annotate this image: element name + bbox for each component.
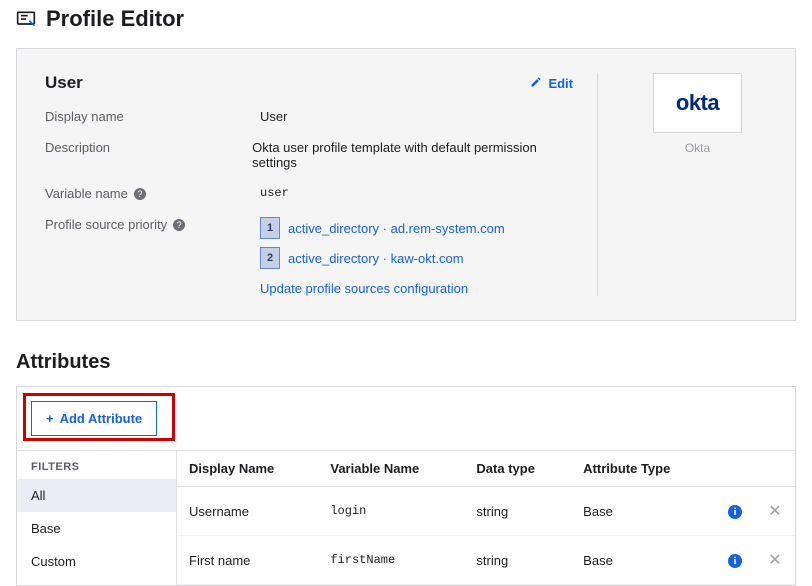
priority-badge: 1 bbox=[260, 217, 280, 239]
col-attribute-type: Attribute Type bbox=[571, 451, 715, 487]
cell-var: login bbox=[318, 487, 464, 536]
priority-source: 2 active_directory · kaw-okt.com bbox=[260, 247, 505, 269]
col-display-name: Display Name bbox=[177, 451, 318, 487]
filter-custom[interactable]: Custom bbox=[17, 545, 176, 578]
cell-type: string bbox=[464, 536, 571, 585]
remove-icon[interactable]: ✕ bbox=[768, 552, 781, 569]
priority-source: 1 active_directory · ad.rem-system.com bbox=[260, 217, 505, 239]
col-data-type: Data type bbox=[464, 451, 571, 487]
pencil-icon bbox=[530, 76, 542, 91]
edit-button[interactable]: Edit bbox=[530, 76, 573, 91]
okta-logo: okta bbox=[676, 90, 719, 115]
brand-label: Okta bbox=[628, 141, 767, 155]
edit-label: Edit bbox=[548, 76, 573, 91]
description-value: Okta user profile template with default … bbox=[252, 140, 573, 170]
filter-base[interactable]: Base bbox=[17, 512, 176, 545]
cell-attr: Base bbox=[571, 487, 715, 536]
filter-all[interactable]: All bbox=[17, 479, 176, 512]
variable-name-label: Variable name bbox=[45, 186, 128, 201]
cell-display: Username bbox=[177, 487, 318, 536]
display-name-label: Display name bbox=[45, 109, 260, 124]
user-card: User Edit Display name User Description … bbox=[16, 48, 796, 321]
add-attribute-label: Add Attribute bbox=[60, 411, 143, 426]
user-heading: User bbox=[45, 73, 83, 93]
priority-source-link[interactable]: active_directory · kaw-okt.com bbox=[288, 251, 464, 266]
table-row: Username login string Base i ✕ bbox=[177, 487, 795, 536]
attributes-heading: Attributes bbox=[0, 321, 812, 386]
table-row: First name firstName string Base i ✕ bbox=[177, 536, 795, 585]
help-icon[interactable]: ? bbox=[173, 219, 185, 231]
profile-editor-icon bbox=[16, 9, 36, 29]
cell-attr: Base bbox=[571, 536, 715, 585]
display-name-value: User bbox=[260, 109, 287, 124]
plus-icon: + bbox=[46, 411, 54, 426]
priority-source-link[interactable]: active_directory · ad.rem-system.com bbox=[288, 221, 505, 236]
priority-badge: 2 bbox=[260, 247, 280, 269]
info-icon[interactable]: i bbox=[728, 505, 742, 519]
brand-logo-box: okta bbox=[653, 73, 742, 133]
filters-heading: FILTERS bbox=[17, 450, 176, 479]
cell-var: firstName bbox=[318, 536, 464, 585]
update-sources-link[interactable]: Update profile sources configuration bbox=[260, 281, 505, 296]
add-attribute-button[interactable]: + Add Attribute bbox=[31, 401, 157, 436]
attributes-table: Display Name Variable Name Data type Att… bbox=[177, 450, 795, 585]
page-title: Profile Editor bbox=[46, 6, 184, 32]
profile-priority-label: Profile source priority bbox=[45, 217, 167, 232]
info-icon[interactable]: i bbox=[728, 554, 742, 568]
cell-display: First name bbox=[177, 536, 318, 585]
description-label: Description bbox=[45, 140, 252, 155]
remove-icon[interactable]: ✕ bbox=[768, 503, 781, 520]
variable-name-value: user bbox=[260, 186, 289, 200]
cell-type: string bbox=[464, 487, 571, 536]
col-variable-name: Variable Name bbox=[318, 451, 464, 487]
help-icon[interactable]: ? bbox=[134, 188, 146, 200]
attributes-panel: + Add Attribute FILTERS All Base Custom … bbox=[16, 386, 796, 586]
